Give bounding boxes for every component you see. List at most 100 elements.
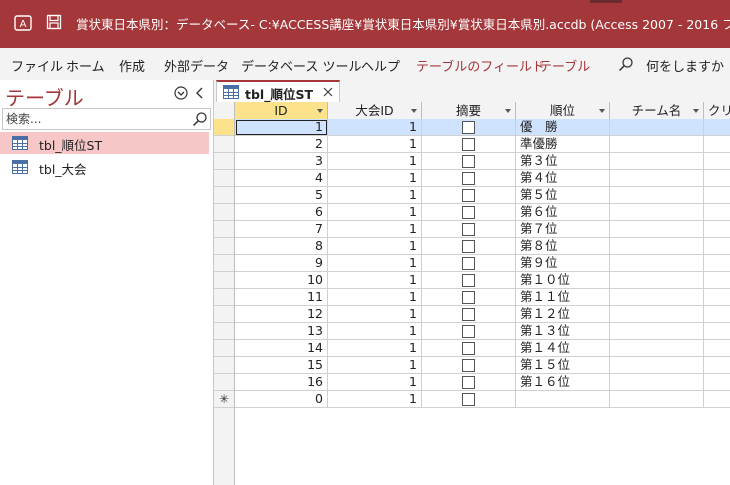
taikai-id-cell[interactable]: 1 — [328, 306, 422, 323]
nav-pane-title[interactable]: テーブル — [5, 82, 84, 111]
tekiyou-cell[interactable] — [422, 391, 516, 408]
juni-cell[interactable]: 第１０位 — [516, 272, 610, 289]
juni-cell[interactable]: 優 勝 — [516, 119, 610, 136]
record-selector[interactable] — [214, 272, 234, 289]
table-row[interactable]: 15 1 第１５位 — [214, 357, 730, 374]
table-row[interactable]: 13 1 第１３位 — [214, 323, 730, 340]
checkbox[interactable] — [462, 206, 475, 219]
club-cell[interactable] — [704, 272, 730, 289]
id-cell[interactable]: 5 — [235, 187, 328, 204]
team-name-cell[interactable] — [610, 306, 704, 323]
taikai-id-cell[interactable]: 1 — [328, 153, 422, 170]
record-selector[interactable] — [214, 136, 234, 153]
save-icon[interactable] — [46, 14, 62, 30]
checkbox[interactable] — [462, 342, 475, 355]
table-row[interactable]: 14 1 第１４位 — [214, 340, 730, 357]
id-cell[interactable]: 3 — [235, 153, 328, 170]
club-cell[interactable] — [704, 204, 730, 221]
club-cell[interactable] — [704, 238, 730, 255]
id-cell[interactable]: 14 — [235, 340, 328, 357]
tab-file[interactable]: ファイル — [11, 56, 63, 75]
juni-cell[interactable]: 第５位 — [516, 187, 610, 204]
checkbox[interactable] — [462, 274, 475, 287]
chevron-down-circle-icon[interactable] — [174, 86, 188, 100]
record-selector[interactable] — [214, 170, 234, 187]
tekiyou-cell[interactable] — [422, 340, 516, 357]
table-row[interactable]: 16 1 第１６位 — [214, 374, 730, 391]
taikai-id-cell[interactable]: 1 — [328, 170, 422, 187]
table-row[interactable]: 4 1 第４位 — [214, 170, 730, 187]
juni-cell[interactable]: 第８位 — [516, 238, 610, 255]
table-row[interactable]: 7 1 第７位 — [214, 221, 730, 238]
id-cell[interactable]: 2 — [235, 136, 328, 153]
checkbox[interactable] — [462, 308, 475, 321]
table-row[interactable]: 11 1 第１１位 — [214, 289, 730, 306]
club-cell[interactable] — [704, 136, 730, 153]
taikai-id-cell[interactable]: 1 — [328, 136, 422, 153]
sort-dropdown-icon[interactable] — [599, 109, 605, 113]
table-row[interactable]: 6 1 第６位 — [214, 204, 730, 221]
team-name-cell[interactable] — [610, 119, 704, 136]
tekiyou-cell[interactable] — [422, 357, 516, 374]
taikai-id-cell[interactable]: 1 — [328, 323, 422, 340]
taikai-id-cell[interactable]: 1 — [328, 187, 422, 204]
taikai-id-cell[interactable]: 1 — [328, 221, 422, 238]
club-cell[interactable] — [704, 187, 730, 204]
tekiyou-cell[interactable] — [422, 119, 516, 136]
checkbox[interactable] — [462, 240, 475, 253]
club-cell[interactable] — [704, 391, 730, 408]
juni-cell[interactable]: 第１５位 — [516, 357, 610, 374]
taikai-id-cell[interactable]: 1 — [328, 238, 422, 255]
id-cell[interactable]: 4 — [235, 170, 328, 187]
table-row[interactable]: 10 1 第１０位 — [214, 272, 730, 289]
juni-cell[interactable]: 第１２位 — [516, 306, 610, 323]
club-cell[interactable] — [704, 306, 730, 323]
id-cell[interactable]: 8 — [235, 238, 328, 255]
juni-cell[interactable]: 第３位 — [516, 153, 610, 170]
club-cell[interactable] — [704, 323, 730, 340]
table-row[interactable]: 3 1 第３位 — [214, 153, 730, 170]
juni-cell[interactable]: 準優勝 — [516, 136, 610, 153]
id-cell[interactable]: 7 — [235, 221, 328, 238]
table-row[interactable]: 2 1 準優勝 — [214, 136, 730, 153]
checkbox[interactable] — [462, 155, 475, 168]
record-selector[interactable] — [214, 221, 234, 238]
tekiyou-cell[interactable] — [422, 204, 516, 221]
tab-create[interactable]: 作成 — [119, 56, 145, 75]
taikai-id-cell[interactable]: 1 — [328, 340, 422, 357]
tekiyou-cell[interactable] — [422, 306, 516, 323]
record-selector[interactable] — [214, 119, 234, 136]
team-name-cell[interactable] — [610, 204, 704, 221]
club-cell[interactable] — [704, 153, 730, 170]
checkbox[interactable] — [462, 325, 475, 338]
new-record-row[interactable]: ✳ 0 1 — [214, 391, 730, 408]
checkbox[interactable] — [462, 121, 475, 134]
tekiyou-cell[interactable] — [422, 272, 516, 289]
taikai-id-cell[interactable]: 1 — [328, 119, 422, 136]
juni-cell[interactable]: 第１６位 — [516, 374, 610, 391]
team-name-cell[interactable] — [610, 357, 704, 374]
club-cell[interactable] — [704, 221, 730, 238]
tekiyou-cell[interactable] — [422, 323, 516, 340]
tab-table[interactable]: テーブル — [539, 56, 590, 75]
juni-cell[interactable]: 第１１位 — [516, 289, 610, 306]
juni-cell[interactable]: 第１３位 — [516, 323, 610, 340]
club-cell[interactable] — [704, 170, 730, 187]
column-header-club[interactable]: クリ — [704, 102, 730, 119]
club-cell[interactable] — [704, 357, 730, 374]
nav-search-input[interactable] — [6, 111, 186, 127]
record-selector[interactable] — [214, 187, 234, 204]
sort-dropdown-icon[interactable] — [505, 109, 511, 113]
checkbox[interactable] — [462, 393, 475, 406]
tab-home[interactable]: ホーム — [66, 56, 105, 75]
column-header-juni[interactable]: 順位 — [516, 102, 610, 119]
lightbulb-search-icon[interactable] — [618, 56, 634, 72]
checkbox[interactable] — [462, 138, 475, 151]
document-tab-tbl-juni-st[interactable]: tbl_順位ST — [216, 80, 340, 102]
club-cell[interactable] — [704, 119, 730, 136]
sort-dropdown-icon[interactable] — [693, 109, 699, 113]
sort-dropdown-icon[interactable] — [411, 109, 417, 113]
search-icon[interactable] — [192, 111, 208, 127]
table-row[interactable]: 11 優 勝 — [214, 119, 730, 136]
column-header-tekiyou[interactable]: 摘要 — [422, 102, 516, 119]
